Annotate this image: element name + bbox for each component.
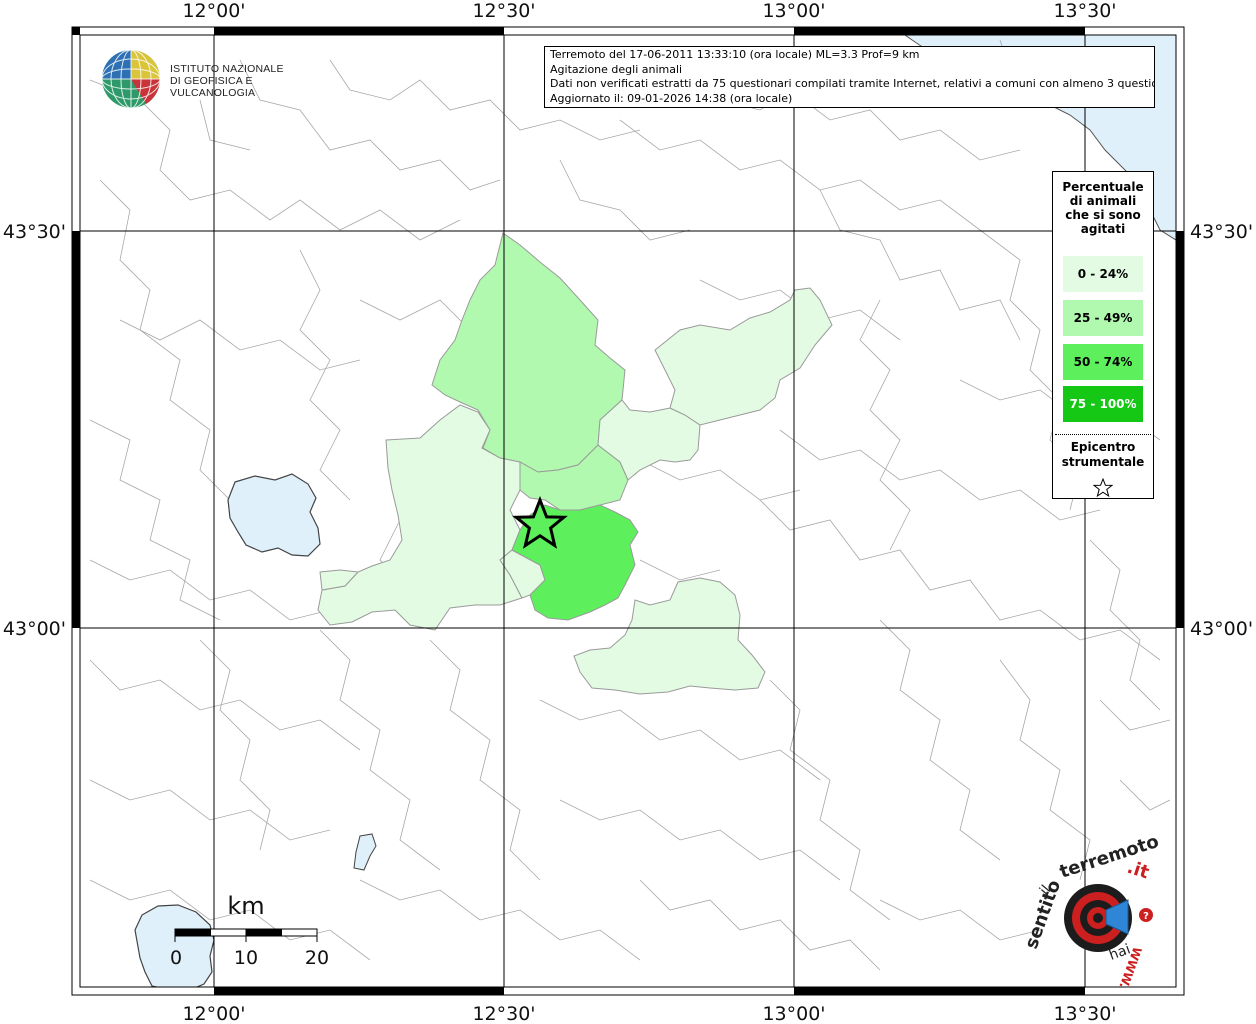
legend-title: Percentuale di animali che si sono agita… xyxy=(1053,180,1153,236)
bottom-lon-1: 12°00' xyxy=(182,1003,245,1024)
info-disclaimer-line: Dati non verificati estratti da 75 quest… xyxy=(550,77,1155,90)
legend-epicenter-l2: strumentale xyxy=(1061,455,1145,469)
legend-class-50-74: 50 - 74% xyxy=(1063,344,1143,380)
scale-tick-20: 20 xyxy=(305,947,329,969)
top-lon-4: 13°30' xyxy=(1053,0,1116,22)
scale-unit: km xyxy=(227,892,264,920)
bottom-lon-3: 13°00' xyxy=(762,1003,825,1024)
legend-separator xyxy=(1055,434,1151,435)
legend-class-label: 50 - 74% xyxy=(1073,355,1133,369)
intensity-map: 12°00' 12°30' 13°00' 13°30' 12°00' 12°30… xyxy=(3,0,1253,1024)
hsit-qmark: ? xyxy=(1143,911,1149,922)
star-outline-icon xyxy=(1093,478,1113,498)
top-lon-3: 13°00' xyxy=(762,0,825,22)
legend-class-label: 75 - 100% xyxy=(1069,397,1137,411)
legend-epicenter-l1: Epicentro xyxy=(1070,440,1136,454)
ingv-line-2: DI GEOFISICA E VULCANOLOGIA xyxy=(170,75,256,99)
top-lon-1: 12°00' xyxy=(182,0,245,22)
scale-tick-10: 10 xyxy=(234,947,258,969)
legend-class-label: 25 - 49% xyxy=(1073,311,1133,325)
info-updated-line: Aggiornato il: 09-01-2026 14:38 (ora loc… xyxy=(550,91,793,105)
ingv-logo-text: ISTITUTO NAZIONALE DI GEOFISICA E VULCAN… xyxy=(170,63,320,99)
scale-tick-0: 0 xyxy=(170,947,182,969)
legend-title-l3: che si sono xyxy=(1065,208,1141,222)
legend-class-0-24: 0 - 24% xyxy=(1063,256,1143,292)
earthquake-info-box: Terremoto del 17-06-2011 13:33:10 (ora l… xyxy=(544,46,1155,108)
legend-class-25-49: 25 - 49% xyxy=(1063,300,1143,336)
legend: Percentuale di animali che si sono agita… xyxy=(1052,171,1154,499)
legend-title-l2: di animali xyxy=(1069,194,1137,208)
bottom-lon-4: 13°30' xyxy=(1053,1003,1116,1024)
legend-epicenter-label: Epicentro strumentale xyxy=(1053,440,1153,470)
left-lat-1: 43°30' xyxy=(3,221,66,243)
globe-icon xyxy=(101,49,161,109)
legend-class-label: 0 - 24% xyxy=(1077,267,1129,281)
right-lat-2: 43°00' xyxy=(1190,618,1253,640)
legend-title-l1: Percentuale xyxy=(1062,180,1144,194)
ingv-line-1: ISTITUTO NAZIONALE xyxy=(170,63,284,75)
left-lat-2: 43°00' xyxy=(3,618,66,640)
legend-title-l4: agitati xyxy=(1080,222,1126,236)
ingv-logo: ISTITUTO NAZIONALE DI GEOFISICA E VULCAN… xyxy=(100,48,320,110)
bottom-lon-2: 12°30' xyxy=(472,1003,535,1024)
info-event-line: Terremoto del 17-06-2011 13:33:10 (ora l… xyxy=(550,48,920,61)
legend-class-75-100: 75 - 100% xyxy=(1063,386,1143,422)
top-lon-2: 12°30' xyxy=(472,0,535,22)
info-subject-line: Agitazione degli animali xyxy=(550,62,683,76)
right-lat-1: 43°30' xyxy=(1190,221,1253,243)
